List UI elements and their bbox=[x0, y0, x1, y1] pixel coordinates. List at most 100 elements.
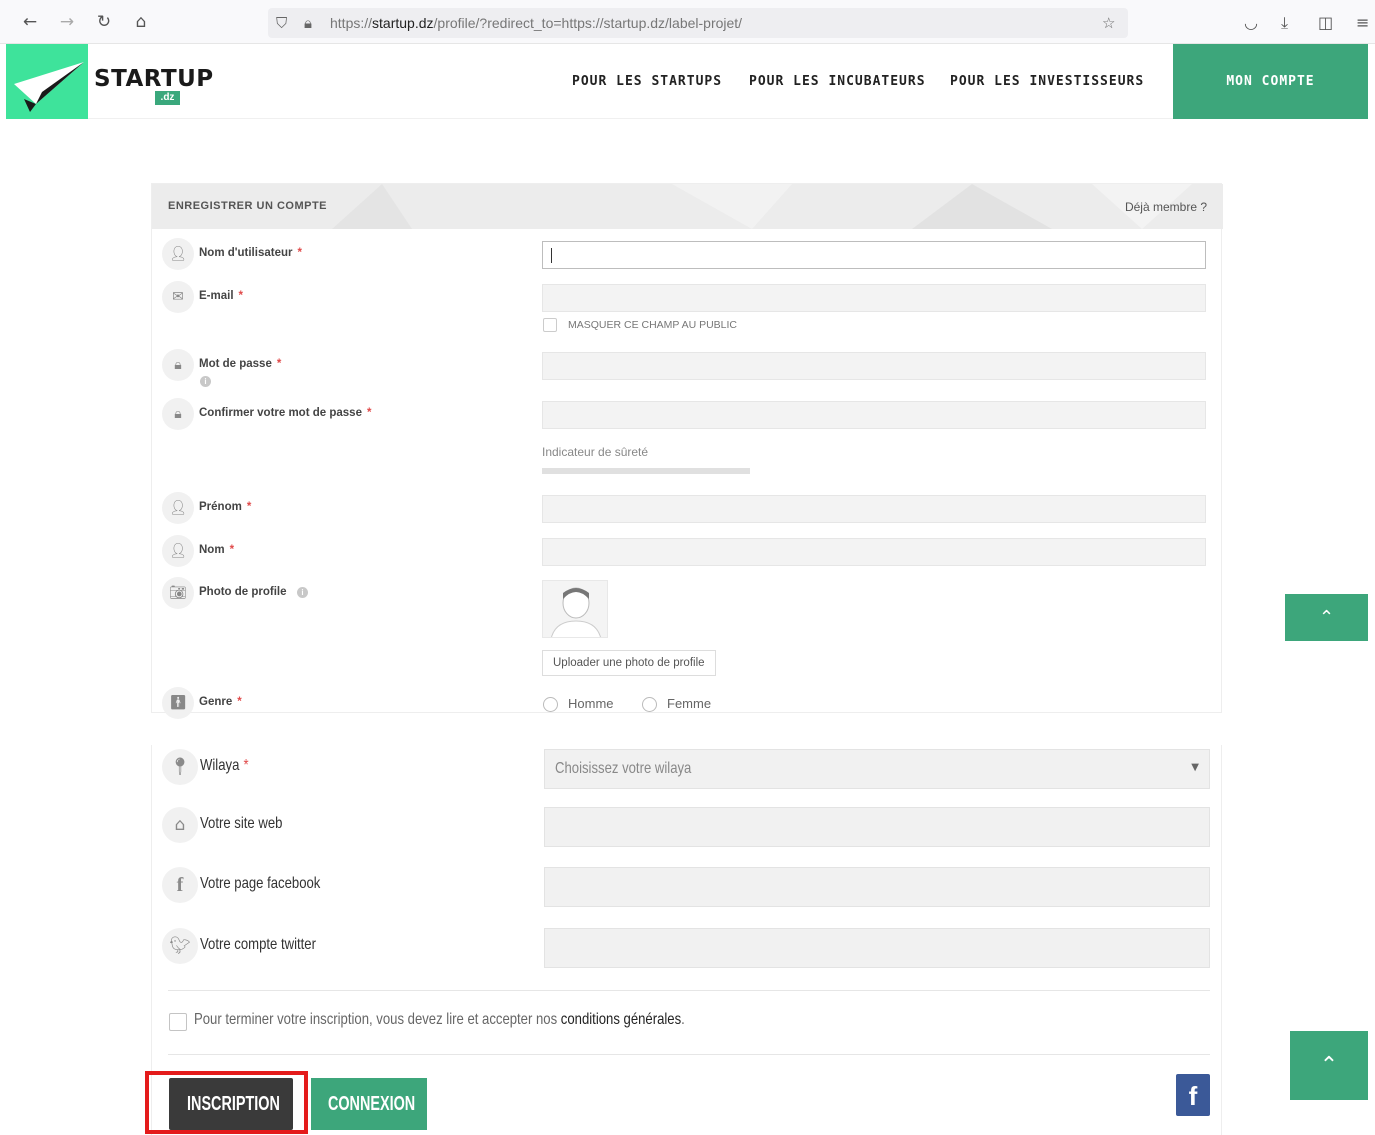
gender-male-radio[interactable] bbox=[543, 697, 558, 712]
website-input[interactable] bbox=[544, 807, 1210, 847]
menu-icon[interactable]: ≡ bbox=[1356, 13, 1369, 32]
firstname-label: Prénom * bbox=[199, 501, 252, 513]
lastname-label: Nom * bbox=[199, 544, 235, 556]
lock-icon: 🔒︎ bbox=[162, 349, 194, 381]
map-pin-icon: 📍︎ bbox=[162, 749, 198, 785]
photo-label: Photo de profile bbox=[199, 586, 287, 598]
download-icon[interactable]: ⤓ bbox=[1281, 13, 1288, 33]
confirm-password-label: Confirmer votre mot de passe * bbox=[199, 407, 372, 419]
gender-male-label: Homme bbox=[568, 696, 614, 711]
already-member-link[interactable]: Déjà membre ? bbox=[1125, 200, 1207, 214]
registration-form-continued: 📍︎ Wilaya * Choisissez votre wilaya ▼ ⌂ V… bbox=[151, 745, 1222, 1135]
home-icon: ⌂ bbox=[162, 807, 198, 843]
facebook-input[interactable] bbox=[544, 867, 1210, 907]
forward-icon[interactable]: → bbox=[57, 12, 77, 32]
person-icon: 🚹︎ bbox=[162, 687, 194, 719]
dropdown-arrow-icon: ▼ bbox=[1191, 762, 1199, 773]
gender-female-radio[interactable] bbox=[642, 697, 657, 712]
password-label: Mot de passe * bbox=[199, 358, 282, 370]
info-icon[interactable]: i bbox=[200, 376, 211, 387]
login-button[interactable]: CONNEXION bbox=[311, 1078, 427, 1130]
site-header: STARTUP .dz POUR LES STARTUPS POUR LES I… bbox=[6, 44, 1368, 119]
chevron-up-icon: ⌃ bbox=[1318, 607, 1335, 628]
facebook-icon: f bbox=[162, 867, 198, 903]
gender-row: 🚹︎ Genre * Homme Femme bbox=[162, 687, 1212, 719]
gender-female-label: Femme bbox=[667, 696, 712, 711]
registration-form: ENREGISTRER UN COMPTE Déjà membre ? 👤︎ N… bbox=[151, 183, 1223, 719]
nav-investors[interactable]: POUR LES INVESTISSEURS bbox=[950, 74, 1144, 89]
shield-icon[interactable]: ⛉ bbox=[276, 14, 287, 32]
home-icon[interactable]: ⌂ bbox=[131, 12, 151, 32]
logo-text[interactable]: STARTUP bbox=[94, 66, 214, 92]
facebook-login-button[interactable]: f bbox=[1176, 1074, 1210, 1116]
pocket-icon[interactable]: ◡ bbox=[1244, 13, 1258, 32]
terms-text: Pour terminer votre inscription, vous de… bbox=[194, 1011, 685, 1028]
user-icon: 👤︎ bbox=[162, 535, 194, 567]
email-label: E-mail * bbox=[199, 290, 243, 302]
browser-toolbar: ← → ↻ ⌂ ⛉ 🔒︎ https://startup.dz/profile/… bbox=[0, 0, 1375, 44]
my-account-button[interactable]: MON COMPTE bbox=[1173, 44, 1368, 119]
wilaya-placeholder: Choisissez votre wilaya bbox=[555, 760, 692, 777]
address-bar[interactable]: ⛉ 🔒︎ https://startup.dz/profile/?redirec… bbox=[268, 8, 1128, 38]
reload-icon[interactable]: ↻ bbox=[94, 12, 114, 32]
website-label: Votre site web bbox=[200, 815, 283, 832]
wilaya-label: Wilaya * bbox=[200, 757, 249, 774]
twitter-row: 🐦︎ Votre compte twitter bbox=[162, 928, 1212, 970]
terms-link[interactable]: conditions générales bbox=[561, 1011, 681, 1028]
upload-photo-button[interactable]: Uploader une photo de profile bbox=[542, 650, 716, 676]
logo-badge: .dz bbox=[155, 91, 180, 105]
firstname-input[interactable] bbox=[542, 495, 1206, 523]
firstname-row: 👤︎ Prénom * bbox=[162, 492, 1212, 524]
facebook-label: Votre page facebook bbox=[200, 875, 321, 892]
hide-email-label: MASQUER CE CHAMP AU PUBLIC bbox=[568, 319, 738, 331]
highlight-box bbox=[145, 1071, 308, 1134]
divider bbox=[168, 1054, 1210, 1055]
username-input[interactable] bbox=[542, 241, 1206, 269]
back-icon[interactable]: ← bbox=[20, 12, 40, 32]
divider bbox=[168, 990, 1210, 991]
hide-email-checkbox[interactable] bbox=[543, 318, 557, 332]
paper-plane-icon bbox=[14, 62, 84, 112]
bookmark-star-icon[interactable]: ☆ bbox=[1102, 14, 1115, 32]
twitter-label: Votre compte twitter bbox=[200, 936, 316, 953]
twitter-input[interactable] bbox=[544, 928, 1210, 968]
photo-row: 📷︎ Photo de profile i Uploader une photo… bbox=[162, 577, 1212, 677]
username-row: 👤︎ Nom d'utilisateur * bbox=[162, 238, 1212, 270]
url-text: https://startup.dz/profile/?redirect_to=… bbox=[330, 15, 743, 31]
avatar-silhouette-icon bbox=[551, 587, 601, 637]
avatar-placeholder bbox=[542, 580, 608, 638]
confirm-password-input[interactable] bbox=[542, 401, 1206, 429]
email-input[interactable] bbox=[542, 284, 1206, 312]
wilaya-select[interactable]: Choisissez votre wilaya ▼ bbox=[544, 749, 1210, 789]
nav-startups[interactable]: POUR LES STARTUPS bbox=[572, 74, 722, 89]
lock-icon: 🔒︎ bbox=[162, 398, 194, 430]
user-icon: 👤︎ bbox=[162, 238, 194, 270]
password-input[interactable] bbox=[542, 352, 1206, 380]
terms-checkbox[interactable] bbox=[169, 1013, 187, 1031]
chevron-up-icon: ⌃ bbox=[1319, 1053, 1339, 1078]
lock-icon[interactable]: 🔒︎ bbox=[304, 14, 312, 32]
strength-label: Indicateur de sûreté bbox=[542, 445, 649, 459]
text-cursor bbox=[551, 248, 552, 263]
scroll-to-top-button[interactable]: ⌃ bbox=[1290, 1031, 1368, 1100]
confirm-password-row: 🔒︎ Confirmer votre mot de passe * Indicat… bbox=[162, 398, 1212, 478]
user-icon: 👤︎ bbox=[162, 492, 194, 524]
info-icon[interactable]: i bbox=[297, 587, 308, 598]
envelope-icon: ✉ bbox=[162, 281, 194, 313]
email-row: ✉ E-mail * MASQUER CE CHAMP AU PUBLIC bbox=[162, 281, 1212, 341]
facebook-row: f Votre page facebook bbox=[162, 867, 1212, 909]
strength-bar bbox=[542, 468, 750, 474]
username-label: Nom d'utilisateur * bbox=[199, 247, 302, 259]
wilaya-row: 📍︎ Wilaya * Choisissez votre wilaya ▼ bbox=[162, 749, 1212, 791]
camera-icon: 📷︎ bbox=[162, 577, 194, 609]
twitter-icon: 🐦︎ bbox=[162, 928, 198, 964]
logo-mark[interactable] bbox=[6, 44, 88, 119]
sidebar-icon[interactable]: ◫ bbox=[1318, 13, 1333, 32]
gender-label: Genre * bbox=[199, 696, 242, 708]
lastname-input[interactable] bbox=[542, 538, 1206, 566]
form-header: ENREGISTRER UN COMPTE Déjà membre ? bbox=[152, 184, 1223, 229]
form-title: ENREGISTRER UN COMPTE bbox=[168, 200, 328, 212]
lastname-row: 👤︎ Nom * bbox=[162, 535, 1212, 567]
nav-incubators[interactable]: POUR LES INCUBATEURS bbox=[749, 74, 926, 89]
scroll-to-top-button[interactable]: ⌃ bbox=[1285, 594, 1368, 641]
